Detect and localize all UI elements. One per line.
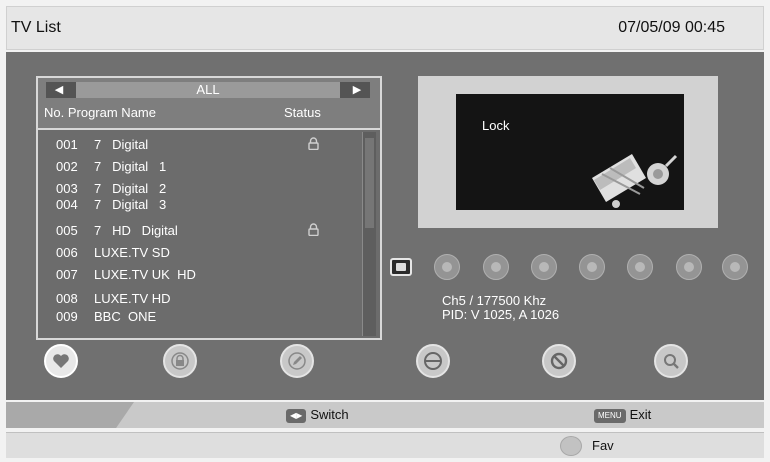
switch-key-icon: ◀▶ [286,408,307,423]
category-prev-icon[interactable]: ◀ [50,83,68,97]
channel-row[interactable]: 008 LUXE.TV HD [56,288,356,308]
fav-key-icon[interactable] [560,436,582,456]
fav-bar: Fav [6,432,764,458]
preview-frame: Lock [418,76,718,228]
channel-row[interactable]: 006 LUXE.TV SD [56,242,356,262]
category-next-icon[interactable]: ▶ [348,83,366,97]
main-panel: ◀ ALL ▶ No. Program Name Status 001 7 Di… [6,52,764,400]
switch-label: Switch [310,407,349,422]
channel-number: 006 [56,245,78,260]
channel-row[interactable]: 001 7 Digital [56,134,356,154]
channel-row[interactable]: 004 7 Digital 3 [56,194,356,214]
action-bar [6,340,764,380]
channel-number: 002 [56,159,78,174]
channel-number: 004 [56,197,78,212]
lock-status-icon [308,137,319,150]
channel-name: LUXE.TV HD [94,291,171,306]
datetime: 07/05/09 00:45 [618,19,725,36]
lock-status-icon [308,223,319,236]
title-bar: TV List 07/05/09 00:45 [6,6,764,50]
film-icon[interactable] [434,254,460,280]
channel-name: 7 Digital [94,137,149,152]
help-bar: ◀▶ Switch MENU Exit [6,402,764,428]
page-title: TV List [11,19,61,36]
preview-screen: Lock [456,94,684,210]
channel-name: 7 Digital 1 [94,159,167,174]
favorite-heart-icon [53,354,69,368]
channel-name: LUXE.TV UK HD [94,267,196,282]
column-status: Status [284,105,321,120]
channel-list-panel: ◀ ALL ▶ No. Program Name Status 001 7 Di… [36,76,382,340]
all-icon[interactable] [390,258,412,276]
fav-label: Fav [592,438,614,453]
category-label: ALL [76,82,340,98]
skip-button[interactable] [416,344,450,378]
delete-button[interactable] [542,344,576,378]
list-scrollbar[interactable] [362,132,376,336]
delete-icon [550,352,568,370]
channel-name: LUXE.TV SD [94,245,170,260]
people-icon[interactable] [676,254,702,280]
pid-readout: PID: V 1025, A 1026 [442,307,560,322]
travel-icon[interactable] [627,254,653,280]
channel-name: 7 Digital 3 [94,197,167,212]
category-selector[interactable]: ◀ ALL ▶ [46,82,370,98]
channel-row[interactable]: 009 BBC ONE [56,306,356,326]
person-icon[interactable] [722,254,748,280]
exit-hint: MENU Exit [594,407,651,423]
switch-hint: ◀▶ Switch [286,407,349,423]
skip-icon [424,352,442,370]
menu-key-icon: MENU [594,408,626,423]
channel-info: Ch5 / 177500 Khz PID: V 1025, A 1026 [442,294,559,322]
channel-number: 007 [56,267,78,282]
favorite-button[interactable] [44,344,78,378]
lock-icon [171,352,189,370]
edit-button[interactable] [280,344,314,378]
channel-row[interactable]: 002 7 Digital 1 [56,156,356,176]
music-icon[interactable] [531,254,557,280]
scroll-thumb[interactable] [365,138,374,228]
find-button[interactable] [654,344,688,378]
channel-name: BBC ONE [94,309,157,324]
clapperboard-icon [592,154,678,208]
exit-label: Exit [629,407,652,422]
channel-name: 7 HD Digital [94,223,178,238]
list-header: ◀ ALL ▶ No. Program Name Status [38,78,380,130]
column-program-name: No. Program Name [44,105,156,120]
news-icon[interactable] [483,254,509,280]
find-icon [664,354,679,369]
genre-filter-bar [390,254,750,280]
channel-number: 008 [56,291,78,306]
channel-row[interactable]: 005 7 HD Digital [56,220,356,240]
channel-number: 005 [56,223,78,238]
channel-number: 001 [56,137,78,152]
edit-pencil-icon [288,352,306,370]
lock-button[interactable] [163,344,197,378]
frequency-readout: Ch5 / 177500 Khz [442,293,547,308]
preview-lock-text: Lock [482,118,510,133]
kids-icon[interactable] [579,254,605,280]
channel-number: 009 [56,309,78,324]
channel-row[interactable]: 007 LUXE.TV UK HD [56,264,356,284]
